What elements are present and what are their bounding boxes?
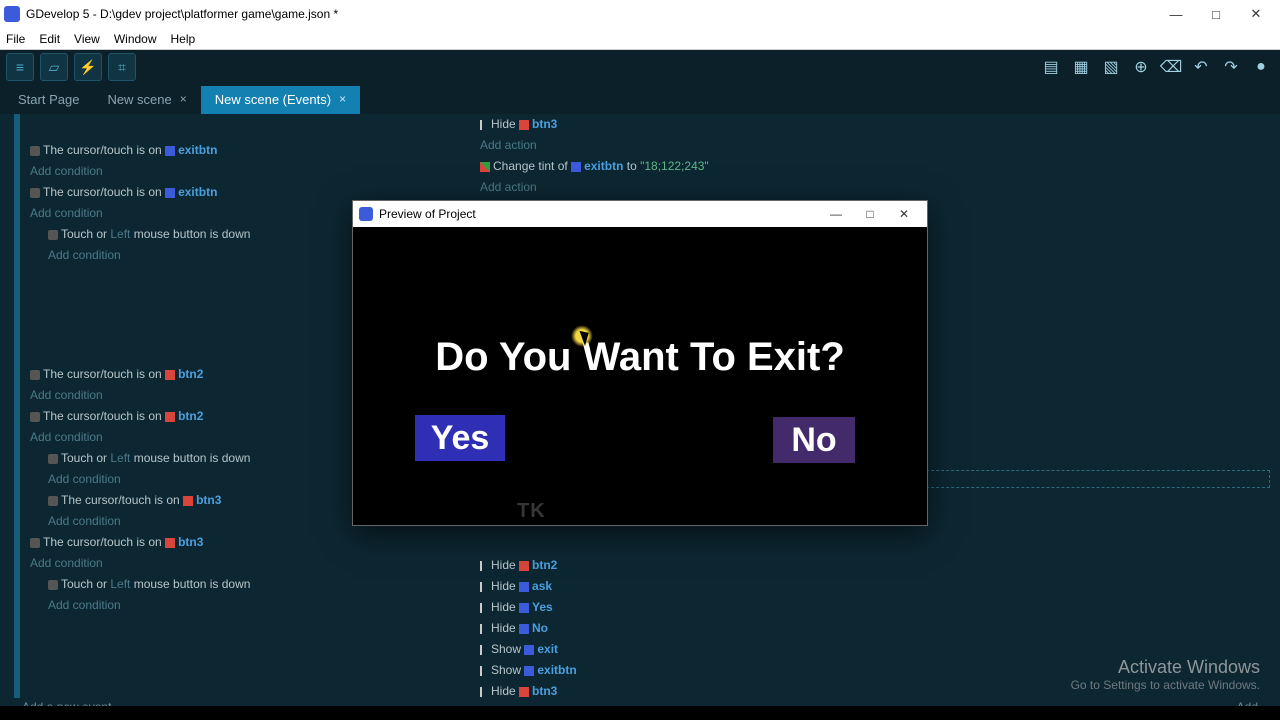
maximize-button[interactable]: □ [1196, 0, 1236, 28]
exit-prompt-text: Do You Want To Exit? [353, 335, 927, 380]
delete-event-icon[interactable]: ⌫ [1158, 54, 1184, 80]
tab-bar: Start Page New scene× New scene (Events)… [0, 84, 1280, 114]
titlebar: GDevelop 5 - D:\gdev project\platformer … [0, 0, 1280, 28]
object-icon [519, 624, 529, 634]
cursor-icon [30, 412, 40, 422]
object-icon [519, 120, 529, 130]
scene-panel-button[interactable]: ▱ [40, 53, 68, 81]
menu-view[interactable]: View [74, 32, 100, 46]
object-icon [519, 687, 529, 697]
add-action-link[interactable]: Add action [480, 177, 1270, 198]
no-button[interactable]: No [773, 417, 855, 463]
object-icon [165, 412, 175, 422]
activate-title: Activate Windows [1071, 657, 1260, 678]
action-row[interactable]: Hide btn2 [480, 555, 1270, 576]
flag-icon [480, 624, 488, 634]
window-title: GDevelop 5 - D:\gdev project\platformer … [26, 7, 338, 21]
action-row[interactable]: Change tint of exitbtn to "18;122;243" [480, 156, 1270, 177]
preview-body: Do You Want To Exit? Yes No TK [353, 227, 927, 527]
toolbar: ≡ ▱ ⚡ ⌗ ▤ ▦ ▧ ⊕ ⌫ ↶ ↷ ● [0, 50, 1280, 84]
activate-windows-watermark: Activate Windows Go to Settings to activ… [1071, 657, 1260, 692]
add-condition-link[interactable]: Add condition [0, 553, 470, 574]
preview-close-button[interactable]: ✕ [887, 201, 921, 227]
flag-icon [480, 561, 488, 571]
object-icon [165, 146, 175, 156]
condition-row[interactable]: Touch or Left mouse button is down [0, 574, 470, 595]
flag-icon [480, 666, 488, 676]
object-icon [571, 162, 581, 172]
app-logo-icon [359, 207, 373, 221]
flag-icon [480, 645, 488, 655]
add-action-link[interactable]: Add action [480, 135, 1270, 156]
cursor-icon [30, 146, 40, 156]
flag-icon [480, 582, 488, 592]
minimize-button[interactable]: — [1156, 0, 1196, 28]
condition-row[interactable]: The cursor/touch is on btn3 [0, 532, 470, 553]
tab-new-scene-events[interactable]: New scene (Events)× [201, 86, 360, 114]
add-other-icon[interactable]: ⊕ [1128, 54, 1154, 80]
tab-new-scene[interactable]: New scene× [93, 86, 200, 114]
object-icon [165, 188, 175, 198]
close-icon[interactable]: × [180, 92, 187, 106]
cursor-icon [30, 538, 40, 548]
menu-edit[interactable]: Edit [39, 32, 60, 46]
watermark: TK [517, 500, 546, 523]
preview-titlebar: Preview of Project — □ ✕ [353, 201, 927, 227]
open-project-button[interactable]: ≡ [6, 53, 34, 81]
mouse-icon [48, 580, 58, 590]
add-condition-link[interactable]: Add condition [0, 595, 470, 616]
cursor-highlight-icon [571, 325, 593, 347]
menubar: File Edit View Window Help [0, 28, 1280, 50]
add-event-icon[interactable]: ▤ [1038, 54, 1064, 80]
preview-title: Preview of Project [379, 207, 476, 221]
cursor-icon [48, 496, 58, 506]
tab-start-page[interactable]: Start Page [4, 86, 93, 114]
object-icon [519, 603, 529, 613]
redo-icon[interactable]: ↷ [1218, 54, 1244, 80]
flag-icon [480, 603, 488, 613]
add-subevent-icon[interactable]: ▦ [1068, 54, 1094, 80]
close-icon[interactable]: × [339, 92, 346, 106]
object-icon [183, 496, 193, 506]
debug-button[interactable]: ⌗ [108, 53, 136, 81]
add-comment-icon[interactable]: ▧ [1098, 54, 1124, 80]
app-logo-icon [4, 6, 20, 22]
tint-icon [480, 162, 490, 172]
action-row[interactable]: Hide ask [480, 576, 1270, 597]
close-button[interactable]: ✕ [1236, 0, 1276, 28]
preview-window: Preview of Project — □ ✕ Do You Want To … [352, 200, 928, 526]
action-row[interactable]: Hide No [480, 618, 1270, 639]
add-condition-link[interactable]: Add condition [0, 161, 470, 182]
mouse-icon [48, 230, 58, 240]
yes-button[interactable]: Yes [415, 415, 505, 461]
flag-icon [480, 687, 488, 697]
action-row[interactable]: Hide Yes [480, 597, 1270, 618]
object-icon [519, 561, 529, 571]
preview-minimize-button[interactable]: — [819, 201, 853, 227]
object-icon [165, 538, 175, 548]
object-icon [165, 370, 175, 380]
object-icon [524, 645, 534, 655]
search-icon[interactable]: ● [1248, 54, 1274, 80]
cursor-icon [30, 370, 40, 380]
activate-subtitle: Go to Settings to activate Windows. [1071, 678, 1260, 692]
preview-button[interactable]: ⚡ [74, 53, 102, 81]
object-icon [519, 582, 529, 592]
undo-icon[interactable]: ↶ [1188, 54, 1214, 80]
menu-help[interactable]: Help [171, 32, 196, 46]
condition-row[interactable]: The cursor/touch is on exitbtn [0, 140, 470, 161]
preview-maximize-button[interactable]: □ [853, 201, 887, 227]
mouse-icon [48, 454, 58, 464]
cursor-icon [30, 188, 40, 198]
action-row[interactable]: Hide btn3 [480, 114, 1270, 135]
menu-file[interactable]: File [6, 32, 25, 46]
flag-icon [480, 120, 488, 130]
taskbar [0, 706, 1280, 720]
object-icon [524, 666, 534, 676]
menu-window[interactable]: Window [114, 32, 157, 46]
